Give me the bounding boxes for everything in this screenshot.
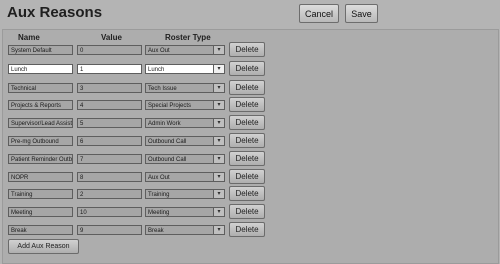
add-aux-reason-button[interactable]: Add Aux Reason (8, 239, 79, 254)
chevron-down-icon: ▾ (213, 155, 224, 163)
value-input[interactable]: 1 (77, 64, 142, 74)
roster-type-select[interactable]: Outbound Call ▾ (145, 154, 225, 164)
chevron-down-icon: ▾ (213, 208, 224, 216)
roster-type-value: Training (148, 192, 170, 198)
name-input[interactable]: Break (8, 225, 73, 235)
value-input[interactable]: 10 (77, 207, 142, 217)
roster-type-select[interactable]: Tech Issue ▾ (145, 83, 225, 93)
delete-button[interactable]: Delete (229, 204, 265, 219)
delete-button[interactable]: Delete (229, 115, 265, 130)
roster-type-value: Special Projects (148, 103, 192, 109)
roster-type-select[interactable]: Aux Out ▾ (145, 45, 225, 55)
name-input[interactable]: Patient Reminder Outbo (8, 154, 73, 164)
roster-type-value: Admin Work (148, 121, 181, 127)
roster-type-value: Aux Out (148, 175, 170, 181)
value-input[interactable]: 9 (77, 225, 142, 235)
save-button[interactable]: Save (345, 4, 378, 23)
table-row: Supervisor/Lead Assist 5 Admin Work ▾ De… (0, 115, 500, 131)
roster-type-select[interactable]: Lunch ▾ (145, 64, 225, 74)
chevron-down-icon: ▾ (213, 65, 224, 73)
cancel-button[interactable]: Cancel (299, 4, 339, 23)
value-input[interactable]: 8 (77, 172, 142, 182)
column-header-value: Value (101, 33, 122, 42)
chevron-down-icon: ▾ (213, 173, 224, 181)
table-row: Break 9 Break ▾ Delete (0, 222, 500, 238)
value-input[interactable]: 6 (77, 136, 142, 146)
name-input[interactable]: Supervisor/Lead Assist (8, 118, 73, 128)
delete-button[interactable]: Delete (229, 80, 265, 95)
delete-button[interactable]: Delete (229, 151, 265, 166)
table-row: Pre-mg Outbound 6 Outbound Call ▾ Delete (0, 133, 500, 149)
delete-button[interactable]: Delete (229, 222, 265, 237)
chevron-down-icon: ▾ (213, 119, 224, 127)
value-input[interactable]: 3 (77, 83, 142, 93)
roster-type-value: Meeting (148, 210, 170, 216)
column-header-name: Name (18, 33, 40, 42)
table-row: Meeting 10 Meeting ▾ Delete (0, 204, 500, 220)
name-input[interactable]: Meeting (8, 207, 73, 217)
table-row: Technical 3 Tech Issue ▾ Delete (0, 80, 500, 96)
name-input[interactable]: Pre-mg Outbound (8, 136, 73, 146)
chevron-down-icon: ▾ (213, 226, 224, 234)
column-header-roster-type: Roster Type (165, 33, 211, 42)
table-row: Projects & Reports 4 Special Projects ▾ … (0, 97, 500, 113)
value-input[interactable]: 5 (77, 118, 142, 128)
table-row: NOPR 8 Aux Out ▾ Delete (0, 169, 500, 185)
roster-type-value: Lunch (148, 67, 165, 73)
table-row: Patient Reminder Outbo 7 Outbound Call ▾… (0, 151, 500, 167)
name-input[interactable]: Projects & Reports (8, 100, 73, 110)
roster-type-select[interactable]: Training ▾ (145, 189, 225, 199)
page-title: Aux Reasons (7, 4, 103, 21)
roster-type-value: Aux Out (148, 48, 170, 54)
roster-type-select[interactable]: Meeting ▾ (145, 207, 225, 217)
name-input[interactable]: Technical (8, 83, 73, 93)
roster-type-value: Outbound Call (148, 139, 187, 145)
table-row: Lunch 1 Lunch ▾ Delete (0, 61, 500, 77)
roster-type-select[interactable]: Special Projects ▾ (145, 100, 225, 110)
delete-button[interactable]: Delete (229, 97, 265, 112)
name-input[interactable]: Lunch (8, 64, 73, 74)
name-input[interactable]: System Default (8, 45, 73, 55)
name-input[interactable]: Training (8, 189, 73, 199)
roster-type-select[interactable]: Outbound Call ▾ (145, 136, 225, 146)
roster-type-value: Tech Issue (148, 86, 177, 92)
name-input[interactable]: NOPR (8, 172, 73, 182)
value-input[interactable]: 7 (77, 154, 142, 164)
delete-button[interactable]: Delete (229, 169, 265, 184)
roster-type-value: Break (148, 228, 164, 234)
chevron-down-icon: ▾ (213, 190, 224, 198)
table-row: Training 2 Training ▾ Delete (0, 186, 500, 202)
value-input[interactable]: 2 (77, 189, 142, 199)
delete-button[interactable]: Delete (229, 186, 265, 201)
chevron-down-icon: ▾ (213, 101, 224, 109)
delete-button[interactable]: Delete (229, 133, 265, 148)
delete-button[interactable]: Delete (229, 42, 265, 57)
header-bar: Aux Reasons Cancel Save (0, 0, 500, 28)
roster-type-select[interactable]: Break ▾ (145, 225, 225, 235)
roster-type-value: Outbound Call (148, 157, 187, 163)
roster-type-select[interactable]: Aux Out ▾ (145, 172, 225, 182)
table-row: System Default 0 Aux Out ▾ Delete (0, 42, 500, 58)
value-input[interactable]: 0 (77, 45, 142, 55)
chevron-down-icon: ▾ (213, 46, 224, 54)
delete-button[interactable]: Delete (229, 61, 265, 76)
chevron-down-icon: ▾ (213, 84, 224, 92)
value-input[interactable]: 4 (77, 100, 142, 110)
chevron-down-icon: ▾ (213, 137, 224, 145)
roster-type-select[interactable]: Admin Work ▾ (145, 118, 225, 128)
